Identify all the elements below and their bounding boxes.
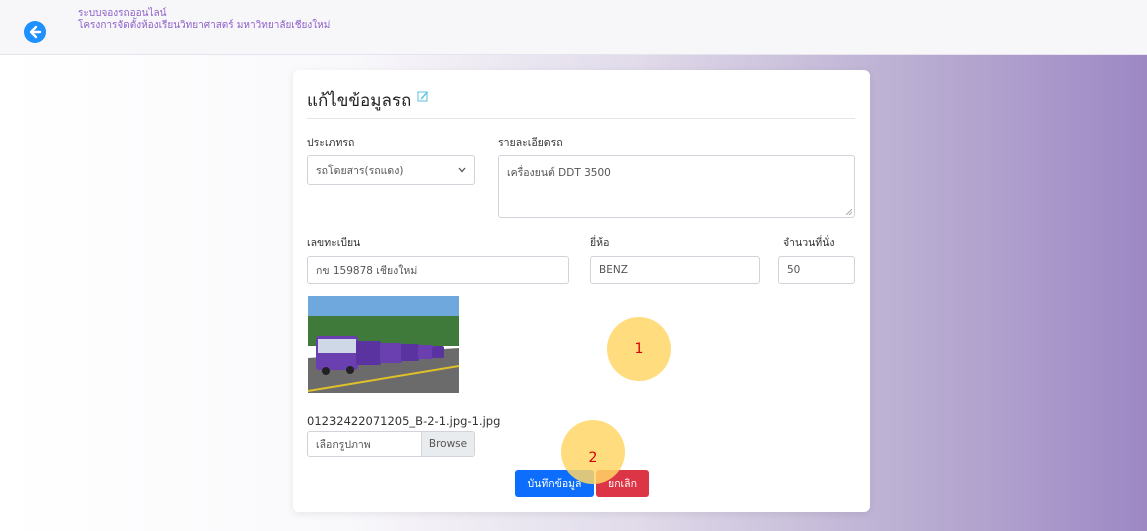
brand-line-1: ระบบจองรถออนไลน์ bbox=[78, 8, 167, 19]
image-file-input[interactable]: เลือกรูปภาพ Browse bbox=[307, 431, 475, 457]
title-divider bbox=[307, 118, 855, 119]
top-bar: ระบบจองรถออนไลน์ โครงการจัดตั้งห้องเรียน… bbox=[0, 0, 1147, 55]
brand-line-2: โครงการจัดตั้งห้องเรียนวิทยาศาสตร์ มหาวิ… bbox=[78, 20, 331, 31]
type-select[interactable]: รถโดยสาร(รถแดง) bbox=[307, 155, 475, 185]
page-title: แก้ไขข้อมูลรถ bbox=[307, 91, 412, 111]
resize-handle-icon bbox=[846, 209, 852, 215]
edit-icon bbox=[417, 91, 428, 102]
annotation-marker-1: 1 bbox=[607, 317, 671, 381]
arrow-left-icon bbox=[29, 25, 42, 39]
marker-1-number: 1 bbox=[634, 341, 644, 357]
type-label: ประเภทรถ bbox=[307, 137, 355, 149]
plate-value: กข 159878 เชียงใหม่ bbox=[316, 264, 418, 277]
car-photo bbox=[308, 296, 459, 393]
plate-input[interactable]: กข 159878 เชียงใหม่ bbox=[307, 256, 569, 284]
back-button[interactable] bbox=[24, 21, 46, 43]
brand-input[interactable]: BENZ bbox=[590, 256, 760, 284]
file-input-placeholder: เลือกรูปภาพ bbox=[316, 438, 371, 451]
seats-label: จำนวนที่นั่ง bbox=[783, 237, 835, 249]
browse-button[interactable]: Browse bbox=[421, 432, 474, 456]
detail-textarea[interactable]: เครื่องยนต์ DDT 3500 bbox=[498, 155, 855, 218]
seats-value: 50 bbox=[787, 264, 801, 276]
detail-value: เครื่องยนต์ DDT 3500 bbox=[507, 167, 611, 179]
detail-label: รายละเอียดรถ bbox=[498, 137, 563, 149]
brand-text: ระบบจองรถออนไลน์ โครงการจัดตั้งห้องเรียน… bbox=[78, 8, 330, 32]
brand-value: BENZ bbox=[599, 264, 628, 276]
plate-label: เลขทะเบียน bbox=[307, 237, 361, 249]
marker-2-number: 2 bbox=[588, 450, 598, 466]
chevron-down-icon bbox=[458, 167, 466, 173]
file-name-text: 01232422071205_B-2-1.jpg-1.jpg bbox=[307, 414, 501, 428]
brand-label: ยี่ห้อ bbox=[590, 237, 610, 249]
type-select-value: รถโดยสาร(รถแดง) bbox=[316, 164, 404, 177]
annotation-marker-2: 2 bbox=[561, 420, 625, 484]
seats-input[interactable]: 50 bbox=[778, 256, 855, 284]
